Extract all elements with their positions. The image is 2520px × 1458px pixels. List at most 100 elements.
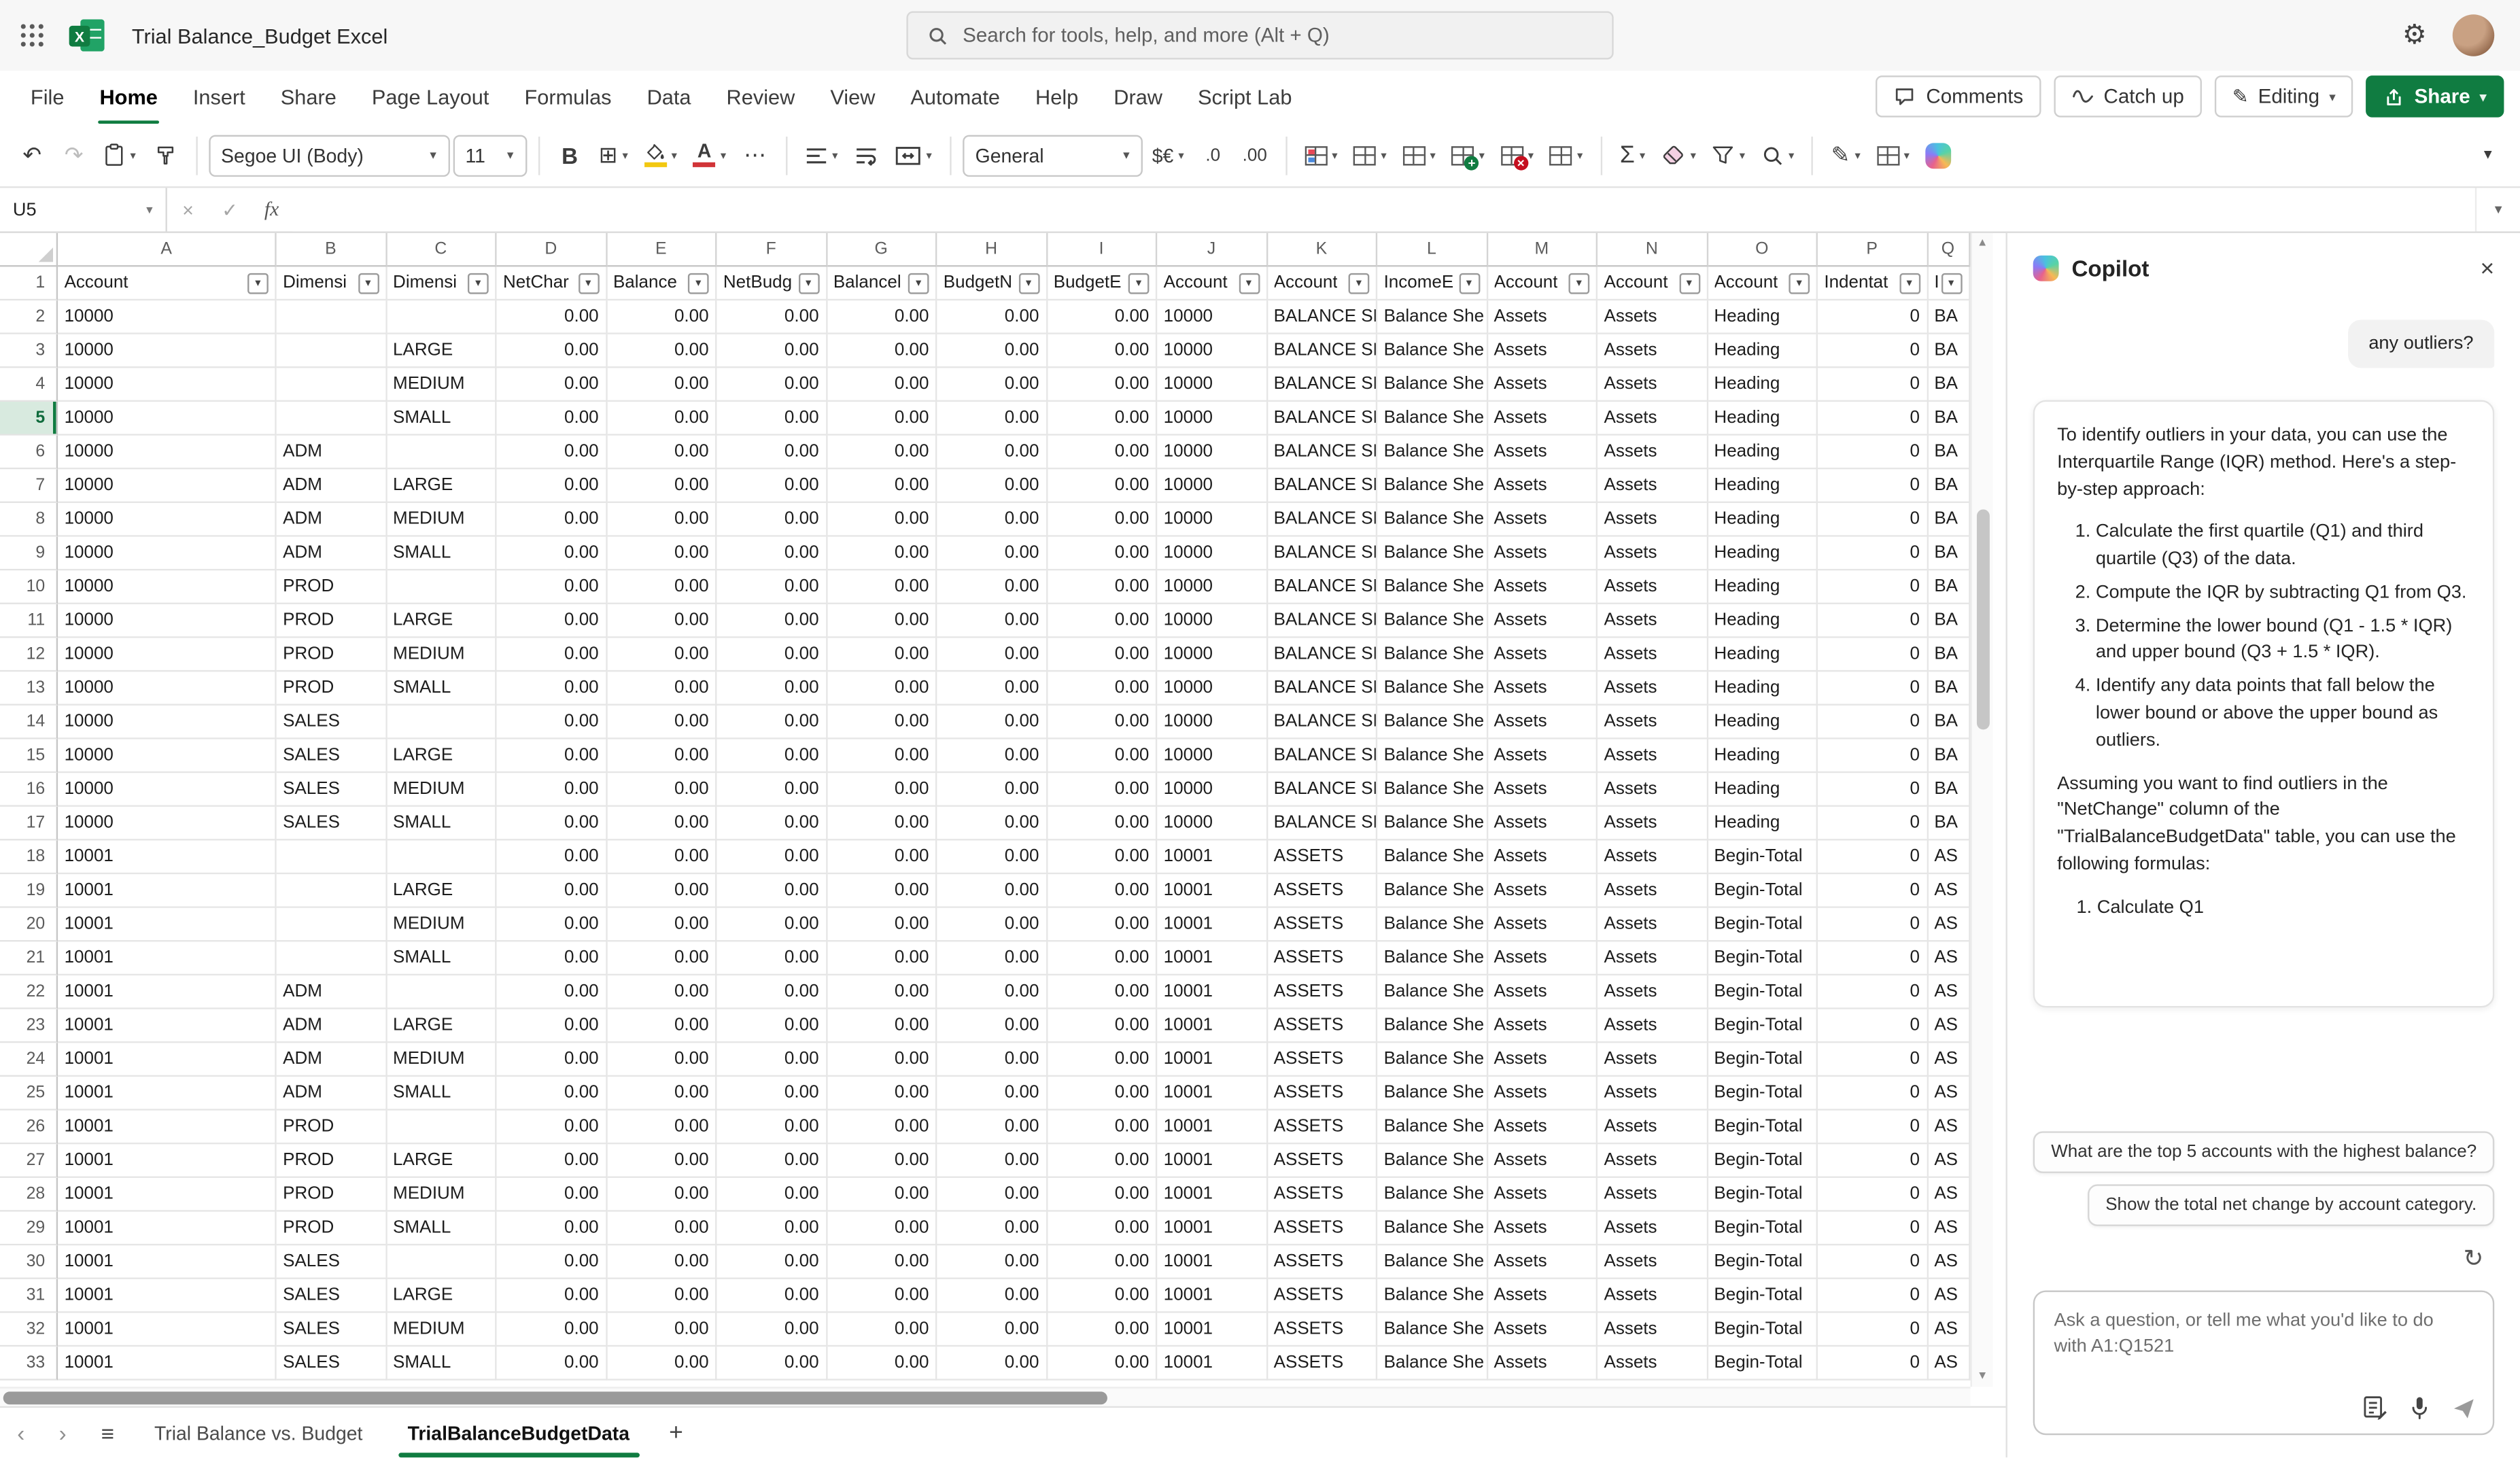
cell[interactable]: ASSETS xyxy=(1267,1110,1378,1145)
cell[interactable]: Heading xyxy=(1707,773,1818,807)
cell[interactable]: Heading xyxy=(1707,536,1818,571)
confirm-entry-button[interactable]: ✓ xyxy=(209,188,250,232)
cancel-entry-button[interactable]: × xyxy=(167,188,209,232)
cell[interactable]: AS xyxy=(1927,1211,1970,1246)
copilot-suggestion-chip[interactable]: Show the total net change by account cat… xyxy=(2088,1184,2495,1226)
cell[interactable]: 0.00 xyxy=(496,806,607,841)
cell[interactable]: 0 xyxy=(1817,1110,1928,1145)
search-box[interactable]: Search for tools, help, and more (Alt + … xyxy=(906,11,1614,60)
cell[interactable]: 0.00 xyxy=(827,907,937,942)
cell[interactable] xyxy=(386,840,497,875)
cell[interactable]: Begin-Total xyxy=(1707,1110,1818,1145)
font-size-select[interactable]: 11 ▾ xyxy=(452,134,527,176)
cell[interactable]: 0 xyxy=(1817,435,1928,470)
column-header-J[interactable]: J xyxy=(1157,232,1268,267)
cell[interactable]: 0.00 xyxy=(496,604,607,638)
cell[interactable]: Heading xyxy=(1707,402,1818,436)
cell[interactable]: Begin-Total xyxy=(1707,1279,1818,1313)
cell[interactable]: BA xyxy=(1927,368,1970,402)
sheet-tab-trial-balance-vs-budget[interactable]: Trial Balance vs. Budget xyxy=(132,1408,385,1457)
cell[interactable]: 0.00 xyxy=(717,1347,827,1381)
cell[interactable]: 10000 xyxy=(1157,806,1268,841)
cell[interactable]: 10000 xyxy=(58,435,277,470)
cell[interactable]: 10001 xyxy=(58,1009,277,1043)
cell[interactable]: Balance She xyxy=(1377,806,1488,841)
cell-styles-button[interactable]: ▾ xyxy=(1396,133,1442,177)
cell[interactable]: SALES xyxy=(276,1313,387,1347)
ribbon-collapse-button[interactable]: ▾ xyxy=(2468,133,2507,177)
cell[interactable]: ADM xyxy=(276,975,387,1009)
cell[interactable]: 10001 xyxy=(1157,1347,1268,1381)
settings-gear-icon[interactable]: ⚙ xyxy=(2402,19,2427,51)
cell[interactable]: Begin-Total xyxy=(1707,840,1818,875)
ribbon-tab-draw[interactable]: Draw xyxy=(1096,71,1180,124)
cell[interactable]: 0.00 xyxy=(937,570,1048,604)
cell[interactable]: 0.00 xyxy=(827,1144,937,1178)
cell[interactable]: 0.00 xyxy=(937,1313,1048,1347)
cell[interactable]: Assets xyxy=(1487,300,1598,334)
cell[interactable]: Balance She xyxy=(1377,570,1488,604)
cell[interactable]: 0.00 xyxy=(496,1347,607,1381)
cell[interactable]: 10001 xyxy=(1157,1043,1268,1077)
insert-cells-button[interactable]: + ▾ xyxy=(1445,133,1491,177)
cell[interactable]: MEDIUM xyxy=(386,773,497,807)
cell[interactable] xyxy=(276,402,387,436)
cell[interactable]: Balance She xyxy=(1377,1043,1488,1077)
cell[interactable]: Balance She xyxy=(1377,672,1488,706)
cell[interactable]: 0.00 xyxy=(827,705,937,740)
cell[interactable]: Balance She xyxy=(1377,773,1488,807)
cell[interactable]: 0.00 xyxy=(937,435,1048,470)
cell[interactable]: 0.00 xyxy=(606,773,717,807)
scroll-up-icon[interactable]: ▲ xyxy=(1972,238,1993,249)
column-header-K[interactable]: K xyxy=(1267,232,1378,267)
cell[interactable]: 0.00 xyxy=(717,941,827,976)
cell[interactable]: BA xyxy=(1927,604,1970,638)
table-header-cell[interactable]: Dimensi ▾ xyxy=(386,266,497,301)
cell[interactable]: 0.00 xyxy=(1047,368,1158,402)
cell[interactable]: 0.00 xyxy=(937,1009,1048,1043)
cell[interactable]: 10001 xyxy=(58,1313,277,1347)
cell[interactable]: 0.00 xyxy=(937,368,1048,402)
cell[interactable]: SMALL xyxy=(386,1211,497,1246)
cell[interactable]: 0 xyxy=(1817,638,1928,672)
cell[interactable]: Balance She xyxy=(1377,1347,1488,1381)
cell[interactable]: 0.00 xyxy=(496,840,607,875)
cell[interactable]: Assets xyxy=(1487,975,1598,1009)
cell[interactable]: BALANCE SH xyxy=(1267,502,1378,537)
cell[interactable]: LARGE xyxy=(386,469,497,503)
cell[interactable]: Heading xyxy=(1707,502,1818,537)
cell[interactable]: Balance She xyxy=(1377,469,1488,503)
cell[interactable]: 0 xyxy=(1817,1313,1928,1347)
cell[interactable]: 0.00 xyxy=(827,469,937,503)
cell[interactable]: Heading xyxy=(1707,300,1818,334)
cell[interactable]: 10000 xyxy=(58,570,277,604)
cell[interactable]: 0.00 xyxy=(1047,402,1158,436)
row-header-30[interactable]: 30 xyxy=(0,1245,58,1279)
cell[interactable]: 0 xyxy=(1817,570,1928,604)
alignment-button[interactable]: ▾ xyxy=(799,133,844,177)
cell[interactable]: 10000 xyxy=(1157,570,1268,604)
cell[interactable]: LARGE xyxy=(386,739,497,774)
cell[interactable]: 0.00 xyxy=(827,502,937,537)
cell[interactable] xyxy=(276,874,387,908)
cell[interactable]: 0.00 xyxy=(827,402,937,436)
cell[interactable]: 0.00 xyxy=(717,806,827,841)
column-header-L[interactable]: L xyxy=(1377,232,1488,267)
cell[interactable]: 10000 xyxy=(1157,705,1268,740)
cell[interactable]: 0.00 xyxy=(1047,1347,1158,1381)
cell[interactable]: 10001 xyxy=(1157,1211,1268,1246)
cell[interactable]: SALES xyxy=(276,1245,387,1279)
cell[interactable]: 0 xyxy=(1817,1144,1928,1178)
cell[interactable]: 0.00 xyxy=(937,334,1048,368)
share-button[interactable]: Share ▾ xyxy=(2366,75,2504,118)
cell[interactable]: 0.00 xyxy=(717,334,827,368)
table-header-cell[interactable]: Account ▾ xyxy=(1487,266,1598,301)
cell[interactable]: 0.00 xyxy=(496,334,607,368)
cell[interactable]: 0.00 xyxy=(1047,1009,1158,1043)
cell[interactable]: 0.00 xyxy=(1047,1177,1158,1212)
cell[interactable]: ASSETS xyxy=(1267,1211,1378,1246)
cell[interactable]: 0.00 xyxy=(496,1279,607,1313)
cell[interactable]: 0.00 xyxy=(1047,874,1158,908)
cell[interactable]: Balance She xyxy=(1377,604,1488,638)
cell[interactable]: Balance She xyxy=(1377,334,1488,368)
